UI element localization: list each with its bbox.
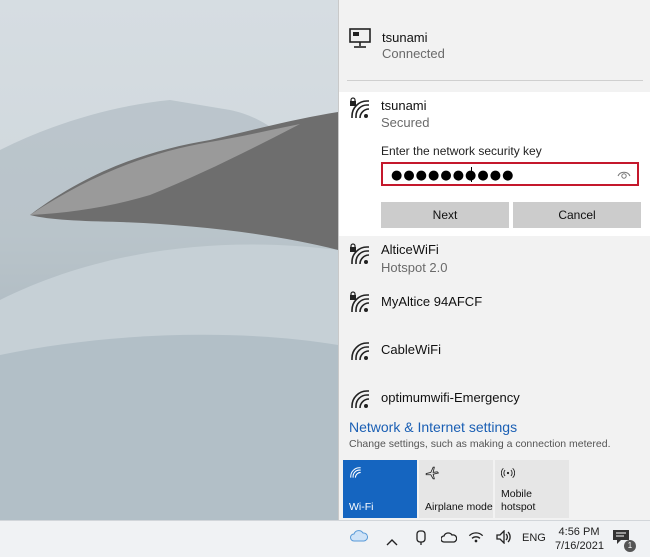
network-name: optimumwifi-Emergency xyxy=(381,390,520,405)
notification-count-badge: 1 xyxy=(624,540,636,552)
network-name: CableWiFi xyxy=(381,342,441,357)
tile-label: Wi-Fi xyxy=(349,501,374,513)
selected-network-name: tsunami xyxy=(381,98,427,113)
tile-label-line2: hotspot xyxy=(501,501,536,513)
network-sub: Hotspot 2.0 xyxy=(381,260,448,275)
input-language[interactable]: ENG xyxy=(522,532,546,544)
tile-label-line1: Mobile xyxy=(501,488,532,500)
mobile-hotspot-icon xyxy=(500,466,516,483)
tile-label: Airplane mode xyxy=(425,501,493,513)
chevron-up-icon[interactable] xyxy=(386,533,398,551)
clock-date: 7/16/2021 xyxy=(555,540,604,552)
clock-time: 4:56 PM xyxy=(558,526,600,538)
network-flyout: tsunami Connected tsunami Secured Enter … xyxy=(338,0,650,520)
wifi-icon[interactable] xyxy=(468,530,484,549)
meet-now-icon[interactable] xyxy=(414,530,428,551)
mobile-hotspot-tile[interactable]: Mobile hotspot xyxy=(495,460,569,518)
connected-network[interactable]: tsunami Connected xyxy=(339,0,650,92)
wifi-icon xyxy=(349,244,375,270)
tile-label: Mobile hotspot xyxy=(501,488,535,514)
selected-network[interactable]: tsunami Secured Enter the network securi… xyxy=(339,92,650,236)
airplane-mode-tile[interactable]: Airplane mode xyxy=(419,460,493,518)
onedrive-cloud-icon[interactable] xyxy=(440,531,458,549)
cancel-button[interactable]: Cancel xyxy=(513,202,641,228)
network-settings-link[interactable]: Network & Internet settings xyxy=(349,419,517,435)
connected-network-status: Connected xyxy=(382,46,445,61)
wifi-icon xyxy=(349,388,375,414)
selected-network-status: Secured xyxy=(381,115,430,130)
divider xyxy=(347,80,643,81)
security-key-field[interactable] xyxy=(381,162,639,186)
security-key-label: Enter the network security key xyxy=(381,144,542,158)
next-button[interactable]: Next xyxy=(381,202,509,228)
network-settings-description: Change settings, such as making a connec… xyxy=(349,438,611,450)
network-name: MyAltice 94AFCF xyxy=(381,294,483,309)
text-caret xyxy=(471,167,472,182)
wifi-icon xyxy=(349,340,375,366)
list-item[interactable]: MyAltice 94AFCF xyxy=(339,286,650,334)
weather-cloud-icon[interactable] xyxy=(350,529,368,548)
airplane-icon xyxy=(425,466,440,483)
connected-network-name: tsunami xyxy=(382,30,428,45)
security-key-input[interactable] xyxy=(391,166,611,184)
wifi-toggle-tile[interactable]: Wi-Fi xyxy=(343,460,417,518)
list-item[interactable]: CableWiFi xyxy=(339,334,650,382)
taskbar: ENG 4:56 PM 7/16/2021 1 xyxy=(0,520,650,557)
wifi-icon xyxy=(349,292,375,318)
volume-icon[interactable] xyxy=(496,529,512,549)
wifi-secured-icon xyxy=(349,98,375,124)
clock[interactable]: 4:56 PM 7/16/2021 xyxy=(555,525,604,553)
reveal-password-icon[interactable] xyxy=(617,168,631,186)
list-item[interactable]: AlticeWiFi Hotspot 2.0 xyxy=(339,238,650,286)
ethernet-monitor-icon xyxy=(349,28,375,54)
wifi-icon xyxy=(349,466,363,483)
network-name: AlticeWiFi xyxy=(381,242,439,257)
